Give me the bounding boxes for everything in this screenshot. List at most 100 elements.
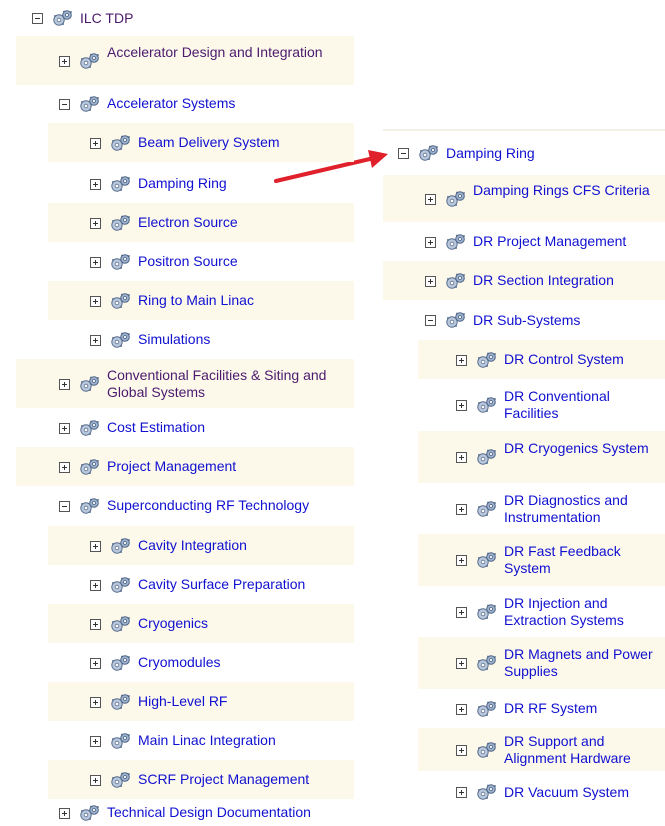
expand-toggle-icon[interactable] [90, 138, 101, 149]
gears-icon [110, 214, 132, 232]
tree-item-label[interactable]: DR Conventional Facilities [504, 388, 663, 422]
tree-row: Conventional Facilities & Siting and Glo… [16, 359, 354, 408]
expand-toggle-icon[interactable] [456, 555, 467, 566]
expand-toggle-icon[interactable] [90, 697, 101, 708]
tree-row: Accelerator Systems [16, 84, 354, 123]
expand-toggle-icon[interactable] [456, 704, 467, 715]
tree-row: Superconducting RF Technology [16, 486, 354, 525]
expand-toggle-icon[interactable] [90, 257, 101, 268]
tree-item-label[interactable]: DR Support and Alignment Hardware [504, 733, 663, 767]
expand-toggle-icon[interactable] [425, 237, 436, 248]
expand-toggle-icon[interactable] [456, 452, 467, 463]
tree-row: Ring to Main Linac [48, 281, 354, 320]
expand-toggle-icon[interactable] [90, 619, 101, 630]
collapse-toggle-icon[interactable] [425, 315, 436, 326]
expand-toggle-icon[interactable] [456, 400, 467, 411]
tree-item-label[interactable]: DR Section Integration [473, 272, 663, 289]
expand-toggle-icon[interactable] [90, 541, 101, 552]
expand-toggle-icon[interactable] [425, 194, 436, 205]
tree-item-label[interactable]: SCRF Project Management [138, 771, 349, 788]
right-panel-top-border [383, 129, 665, 131]
tree-item-label[interactable]: Main Linac Integration [138, 732, 349, 749]
tree-root-label[interactable]: ILC TDP [80, 10, 280, 27]
gears-icon [476, 603, 498, 621]
tree-item-label[interactable]: DR Sub-Systems [473, 312, 663, 329]
tree-item-label[interactable]: Cryogenics [138, 615, 349, 632]
gears-icon [110, 693, 132, 711]
expand-toggle-icon[interactable] [59, 808, 70, 819]
tree-item-label[interactable]: Superconducting RF Technology [107, 497, 350, 514]
expand-toggle-icon[interactable] [90, 775, 101, 786]
tree-item-label[interactable]: Ring to Main Linac [138, 292, 349, 309]
expand-toggle-icon[interactable] [456, 658, 467, 669]
tree-item-label[interactable]: Damping Ring [138, 175, 349, 192]
expand-toggle-icon[interactable] [59, 462, 70, 473]
expand-toggle-icon[interactable] [456, 355, 467, 366]
tree-item-label[interactable]: Cavity Integration [138, 537, 349, 554]
gears-icon [476, 783, 498, 801]
gears-icon [79, 95, 101, 113]
expand-toggle-icon[interactable] [90, 658, 101, 669]
gears-icon [110, 175, 132, 193]
tree-row: SCRF Project Management [48, 760, 354, 799]
tree-item-label[interactable]: Positron Source [138, 253, 349, 270]
tree-item-label[interactable]: DR Fast Feedback System [504, 543, 663, 577]
expand-toggle-icon[interactable] [90, 335, 101, 346]
tree-item-label[interactable]: Cost Estimation [107, 419, 350, 436]
tree-item-label[interactable]: Accelerator Design and Integration [107, 44, 350, 61]
tree-item-label[interactable]: DR Cryogenics System [504, 440, 663, 457]
tree-item-label[interactable]: Project Management [107, 458, 350, 475]
expand-toggle-icon[interactable] [90, 179, 101, 190]
expand-toggle-icon[interactable] [90, 580, 101, 591]
tree-row: Simulations [48, 320, 354, 359]
tree-item-label[interactable]: DR Injection and Extraction Systems [504, 595, 663, 629]
tree-row: Cryomodules [48, 643, 354, 682]
gears-icon [476, 551, 498, 569]
tree-item-label[interactable]: DR Diagnostics and Instrumentation [504, 492, 663, 526]
expand-toggle-icon[interactable] [90, 296, 101, 307]
expand-toggle-icon[interactable] [59, 423, 70, 434]
tree-item-label[interactable]: DR Control System [504, 351, 663, 368]
collapse-toggle-icon[interactable] [59, 501, 70, 512]
tree-item-label[interactable]: Accelerator Systems [107, 95, 350, 112]
tree-item-label[interactable]: Cavity Surface Preparation [138, 576, 349, 593]
expand-toggle-icon[interactable] [456, 504, 467, 515]
tree-row: DR Project Management [383, 222, 665, 261]
collapse-toggle-icon[interactable] [398, 148, 409, 159]
tree-item-label[interactable]: DR Magnets and Power Supplies [504, 646, 663, 680]
expand-toggle-icon[interactable] [456, 787, 467, 798]
tree-item-label[interactable]: Conventional Facilities & Siting and Glo… [107, 367, 350, 401]
expand-toggle-icon[interactable] [90, 736, 101, 747]
tree-item-label[interactable]: Cryomodules [138, 654, 349, 671]
gears-icon [79, 804, 101, 822]
tree-row: High-Level RF [48, 682, 354, 721]
gears-icon [79, 419, 101, 437]
tree-item-label[interactable]: High-Level RF [138, 693, 349, 710]
gears-icon [110, 134, 132, 152]
tree-item-label[interactable]: Damping Rings CFS Criteria [473, 182, 663, 199]
gears-icon [476, 654, 498, 672]
gears-icon [476, 741, 498, 759]
tree-root-label[interactable]: Damping Ring [446, 145, 646, 162]
tree-row: Cost Estimation [16, 408, 354, 447]
tree-item-label[interactable]: Beam Delivery System [138, 134, 349, 151]
tree-item-label[interactable]: DR RF System [504, 700, 663, 717]
expand-toggle-icon[interactable] [90, 218, 101, 229]
collapse-toggle-icon[interactable] [32, 13, 43, 24]
tree-item-label[interactable]: DR Vacuum System [504, 784, 663, 801]
expand-toggle-icon[interactable] [59, 56, 70, 67]
tree-item-label[interactable]: DR Project Management [473, 233, 663, 250]
gears-icon [110, 576, 132, 594]
tree-row: DR Section Integration [383, 261, 665, 300]
tree-item-label[interactable]: Electron Source [138, 214, 349, 231]
expand-toggle-icon[interactable] [456, 607, 467, 618]
expand-toggle-icon[interactable] [425, 276, 436, 287]
expand-toggle-icon[interactable] [59, 379, 70, 390]
tree-item-label[interactable]: Technical Design Documentation [107, 804, 350, 821]
tree-item-label[interactable]: Simulations [138, 331, 349, 348]
tree-row: DR Vacuum System [418, 771, 665, 813]
gears-icon [445, 190, 467, 208]
expand-toggle-icon[interactable] [456, 745, 467, 756]
collapse-toggle-icon[interactable] [59, 99, 70, 110]
tree-row: Accelerator Design and Integration [16, 36, 354, 85]
